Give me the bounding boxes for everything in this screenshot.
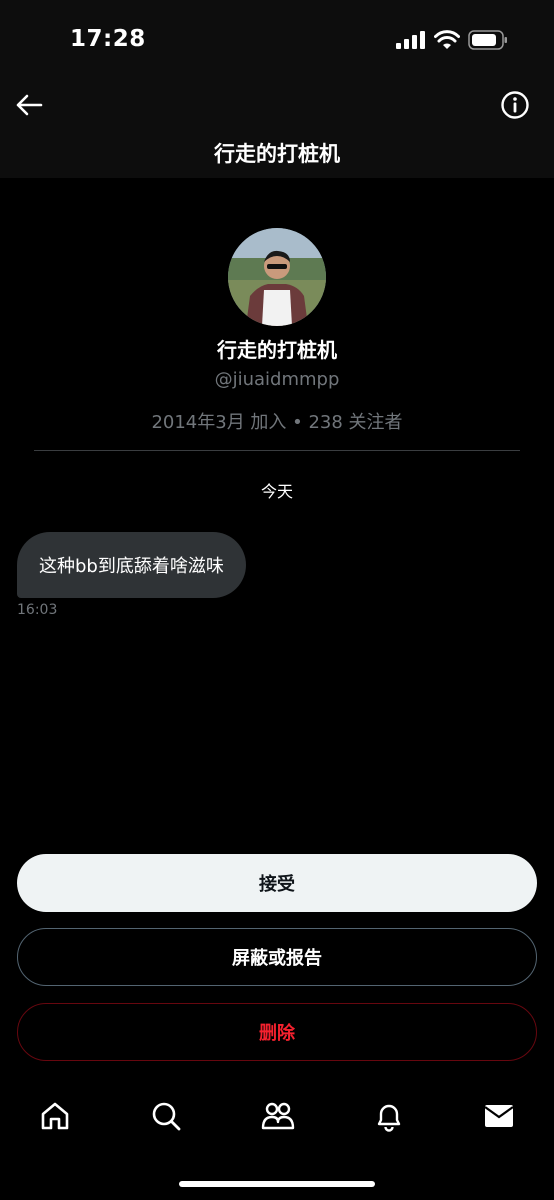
status-icons [396, 30, 508, 54]
accept-button[interactable]: 接受 [17, 854, 537, 912]
bottom-nav [0, 1088, 554, 1148]
info-icon [500, 90, 530, 124]
status-time: 17:28 [70, 26, 146, 52]
battery-icon [468, 30, 508, 54]
avatar[interactable] [228, 228, 326, 326]
profile-handle: @jiuaidmmpp [214, 369, 340, 390]
messages-icon [483, 1100, 515, 1136]
profile-meta: 2014年3月 加入 • 238 关注者 [151, 412, 403, 433]
day-separator: 今天 [260, 482, 293, 501]
message-bubble[interactable]: 这种bb到底舔着啥滋味 [17, 532, 246, 598]
nav-notifications[interactable] [371, 1100, 407, 1136]
nav-search[interactable] [148, 1100, 184, 1136]
home-indicator[interactable] [179, 1181, 375, 1187]
home-icon [39, 1100, 71, 1136]
nav-communities[interactable] [260, 1100, 296, 1136]
message-text: 这种bb到底舔着啥滋味 [39, 556, 224, 577]
delete-button[interactable]: 删除 [17, 1003, 537, 1061]
arrow-left-icon [15, 93, 43, 121]
status-bar: 17:28 [0, 0, 554, 82]
conversation-header: 行走的打桩机 [0, 82, 554, 178]
wifi-icon [434, 30, 460, 54]
back-button[interactable] [14, 92, 44, 122]
block-or-report-button[interactable]: 屏蔽或报告 [17, 928, 537, 986]
header-title: 行走的打桩机 [214, 142, 340, 166]
profile-card[interactable]: 行走的打桩机 @jiuaidmmpp 2014年3月 加入 • 238 关注者 [0, 228, 554, 434]
profile-name: 行走的打桩机 [217, 338, 337, 362]
communities-icon [261, 1100, 295, 1136]
nav-messages[interactable] [481, 1100, 517, 1136]
signal-icon [396, 31, 426, 53]
search-icon [150, 1100, 182, 1136]
notifications-icon [373, 1100, 405, 1136]
divider [34, 450, 520, 451]
nav-home[interactable] [37, 1100, 73, 1136]
info-button[interactable] [500, 90, 530, 124]
message-timestamp: 16:03 [17, 602, 58, 618]
